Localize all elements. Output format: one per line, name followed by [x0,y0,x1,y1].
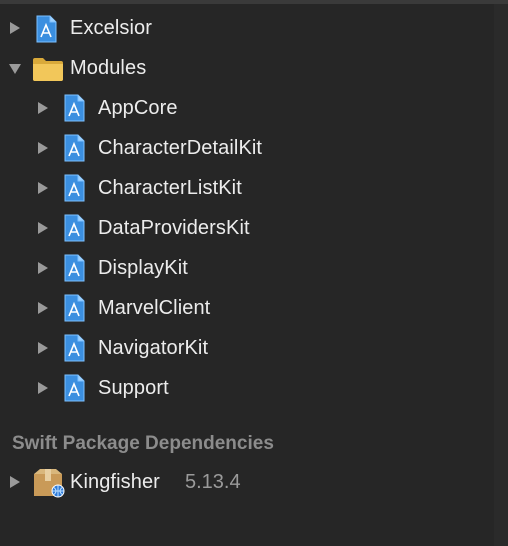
dependency-label: Kingfisher [70,471,160,493]
disclosure-right-icon[interactable] [36,221,50,235]
disclosure-right-icon[interactable] [8,475,22,489]
top-divider [0,0,508,4]
navigator-row-modules[interactable]: Modules [0,48,508,88]
folder-icon [32,56,64,82]
navigator-row-appcore[interactable]: AppCore [0,88,508,128]
disclosure-right-icon[interactable] [36,101,50,115]
navigator-item-label: NavigatorKit [98,337,209,359]
disclosure-right-icon[interactable] [36,341,50,355]
navigator-row-dataproviderskit[interactable]: DataProvidersKit [0,208,508,248]
dependency-row-kingfisher[interactable]: Kingfisher 5.13.4 [0,462,508,502]
disclosure-right-icon[interactable] [36,381,50,395]
navigator-row-characterlistkit[interactable]: CharacterListKit [0,168,508,208]
section-header-dependencies: Swift Package Dependencies [12,433,274,454]
navigator-item-label: CharacterDetailKit [98,137,263,159]
navigator-item-label: DataProvidersKit [98,217,250,239]
navigator-item-label: Excelsior [70,17,153,39]
swift-package-icon [62,254,86,282]
navigator-item-label: Modules [70,57,147,79]
navigator-row-displaykit[interactable]: DisplayKit [0,248,508,288]
disclosure-down-icon[interactable] [8,62,22,76]
navigator-row-excelsior[interactable]: Excelsior [0,8,508,48]
navigator-item-label: DisplayKit [98,257,188,279]
dependency-version: 5.13.4 [185,471,241,493]
disclosure-right-icon[interactable] [36,181,50,195]
swift-package-icon [62,134,86,162]
swift-package-icon [34,15,58,43]
swift-package-icon [62,94,86,122]
swift-package-icon [62,374,86,402]
navigator-item-label: CharacterListKit [98,177,242,199]
navigator-item-label: MarvelClient [98,297,211,319]
navigator-row-marvelclient[interactable]: MarvelClient [0,288,508,328]
disclosure-right-icon[interactable] [36,141,50,155]
swift-package-icon [62,294,86,322]
package-box-icon [32,468,66,498]
disclosure-right-icon[interactable] [8,21,22,35]
navigator-row-characterdetailkit[interactable]: CharacterDetailKit [0,128,508,168]
navigator-row-navigatorkit[interactable]: NavigatorKit [0,328,508,368]
swift-package-icon [62,334,86,362]
swift-package-icon [62,174,86,202]
navigator-item-label: AppCore [98,97,178,119]
navigator-item-label: Support [98,377,169,399]
disclosure-right-icon[interactable] [36,261,50,275]
disclosure-right-icon[interactable] [36,301,50,315]
navigator-row-support[interactable]: Support [0,368,508,408]
swift-package-icon [62,214,86,242]
